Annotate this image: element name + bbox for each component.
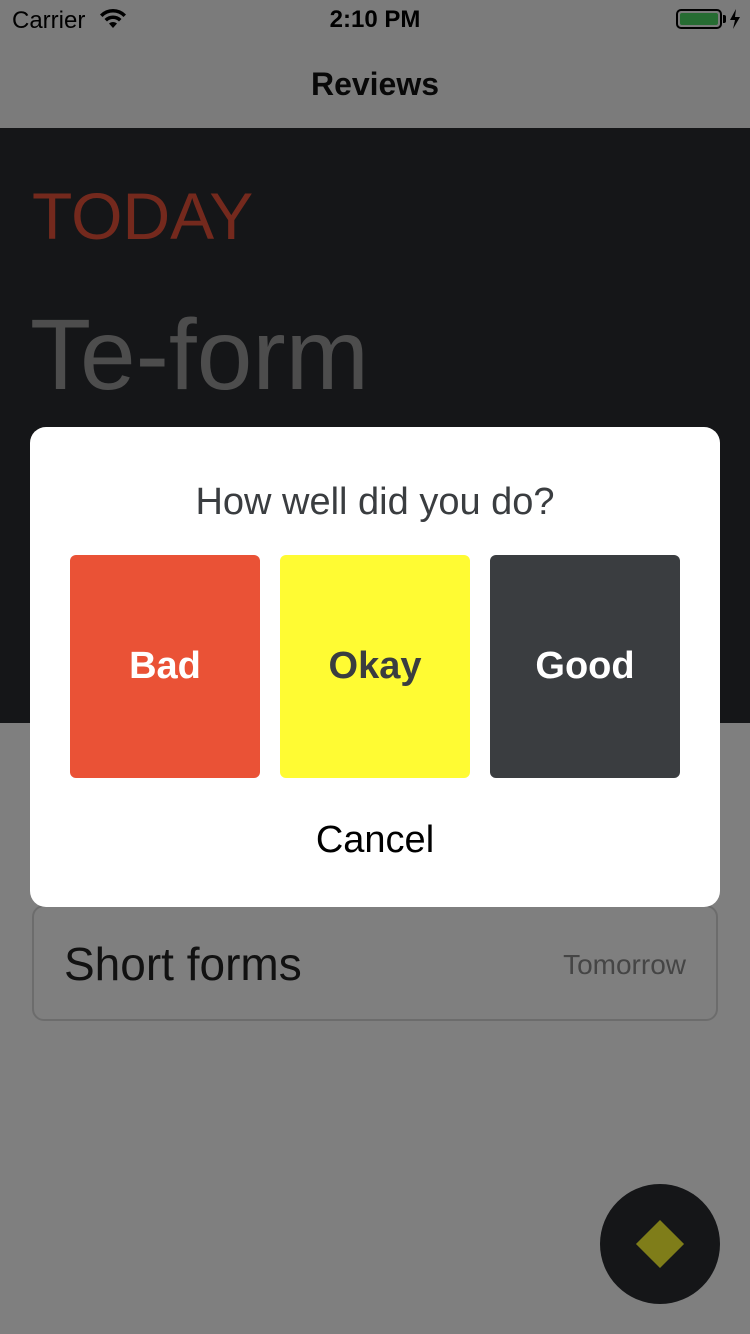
- dialog-question: How well did you do?: [195, 481, 555, 523]
- bad-button[interactable]: Bad: [70, 555, 260, 778]
- okay-button[interactable]: Okay: [280, 555, 470, 778]
- good-button[interactable]: Good: [490, 555, 680, 778]
- cancel-button[interactable]: Cancel: [30, 819, 720, 862]
- rating-dialog: How well did you do? Bad Okay Good Cance…: [30, 427, 720, 907]
- screen: Carrier 2:10 PM Reviews TODAY Te-form Sh…: [0, 0, 750, 1334]
